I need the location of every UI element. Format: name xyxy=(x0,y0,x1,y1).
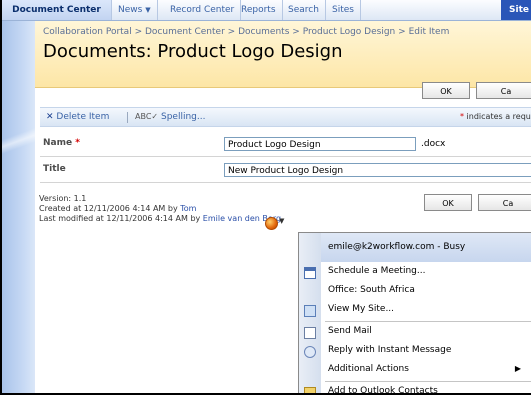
cancel-button[interactable]: Ca xyxy=(476,82,531,99)
spelling-button[interactable]: ABC✓ Spelling... xyxy=(135,108,205,126)
title-row: Title New Product Logo Design xyxy=(40,162,531,180)
calendar-icon xyxy=(304,267,316,279)
required-note: * indicates a requi xyxy=(460,112,531,121)
created-text: Created at 12/11/2006 4:14 AM by Tom xyxy=(39,204,197,213)
spelling-icon: ABC✓ xyxy=(135,112,159,121)
modified-text: Last modified at 12/11/2006 4:14 AM by E… xyxy=(39,214,282,223)
menu-item-schedule-meeting[interactable]: Schedule a Meeting... xyxy=(299,263,531,283)
breadcrumb-link[interactable]: Product Logo Design xyxy=(303,27,396,37)
tab-record-center[interactable]: Record Center xyxy=(164,0,242,20)
tab-news-label: News xyxy=(118,5,143,15)
title-field[interactable]: New Product Logo Design xyxy=(224,163,531,177)
spelling-label: Spelling... xyxy=(160,112,206,122)
page-title: Documents: Product Logo Design xyxy=(43,41,343,62)
tab-document-center[interactable]: Document Center xyxy=(2,0,112,20)
mail-icon xyxy=(304,327,316,339)
delete-icon: ✕ xyxy=(46,112,54,122)
chevron-down-icon: ▼ xyxy=(145,6,151,14)
menu-item-view-my-site[interactable]: View My Site... xyxy=(299,301,531,321)
ok-button[interactable]: OK xyxy=(422,82,470,99)
breadcrumb-link[interactable]: Collaboration Portal xyxy=(43,27,132,37)
top-navigation: Document Center News ▼ Record Center Rep… xyxy=(2,0,531,21)
app-frame: Document Center News ▼ Record Center Rep… xyxy=(0,0,531,395)
file-extension: .docx xyxy=(421,139,446,149)
menu-item-send-mail[interactable]: Send Mail xyxy=(299,323,531,343)
toolbar-divider xyxy=(127,112,128,123)
name-label: Name * xyxy=(43,138,80,148)
form-toolbar: ✕ Delete Item ABC✓ Spelling... * indicat… xyxy=(40,107,531,127)
delete-item-label: Delete Item xyxy=(56,112,110,122)
version-text: Version: 1.1 xyxy=(39,194,87,203)
name-field[interactable]: Product Logo Design xyxy=(224,137,416,151)
breadcrumb: Collaboration Portal > Document Center >… xyxy=(43,27,450,37)
submenu-arrow-icon: ▶ xyxy=(514,364,521,373)
tab-reports[interactable]: Reports xyxy=(235,0,283,20)
presence-status-header: emile@k2workflow.com - Busy xyxy=(321,233,531,262)
name-row: Name * Product Logo Design .docx xyxy=(40,136,531,154)
tab-sites[interactable]: Sites xyxy=(326,0,361,20)
presence-icon[interactable] xyxy=(265,217,278,230)
menu-item-add-outlook-contacts[interactable]: Add to Outlook Contacts xyxy=(299,383,531,393)
tab-search[interactable]: Search xyxy=(282,0,326,20)
breadcrumb-link[interactable]: Document Center xyxy=(145,27,225,37)
ok-button-bottom[interactable]: OK xyxy=(424,194,472,211)
breadcrumb-link[interactable]: Documents xyxy=(238,27,289,37)
chat-icon xyxy=(304,346,316,358)
breadcrumb-current: Edit Item xyxy=(408,27,450,37)
created-by-link[interactable]: Tom xyxy=(180,204,196,213)
tab-news[interactable]: News ▼ xyxy=(112,0,158,20)
menu-item-office: Office: South Africa xyxy=(328,285,415,295)
presence-context-menu: emile@k2workflow.com - Busy Schedule a M… xyxy=(298,232,531,393)
chevron-down-icon[interactable]: ▼ xyxy=(279,217,284,225)
menu-item-instant-message[interactable]: Reply with Instant Message xyxy=(299,342,531,362)
contact-icon xyxy=(304,387,316,393)
title-area: Collaboration Portal > Document Center >… xyxy=(35,21,531,88)
menu-item-additional-actions[interactable]: Additional Actions ▶ xyxy=(299,361,531,381)
title-label: Title xyxy=(43,164,66,174)
mysite-icon xyxy=(304,305,316,317)
delete-item-button[interactable]: ✕ Delete Item xyxy=(46,108,109,126)
left-panel xyxy=(2,21,35,393)
site-actions-button[interactable]: Site xyxy=(501,0,531,20)
cancel-button-bottom[interactable]: Ca xyxy=(478,194,531,211)
